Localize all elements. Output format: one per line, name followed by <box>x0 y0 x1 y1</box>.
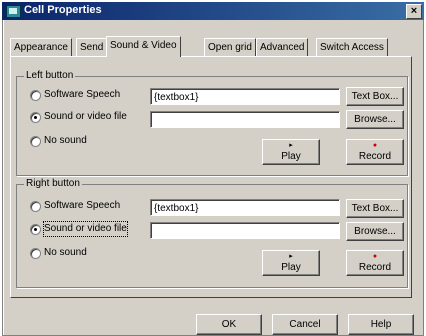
app-icon <box>6 5 21 18</box>
left-record-button[interactable]: ● Record <box>346 139 404 165</box>
left-no-sound-label: No sound <box>44 135 87 146</box>
left-browse-button[interactable]: Browse... <box>346 110 404 129</box>
tab-send[interactable]: Send <box>76 38 108 56</box>
right-browse-button[interactable]: Browse... <box>346 222 404 241</box>
radio-icon <box>30 136 41 147</box>
cancel-button[interactable]: Cancel <box>272 314 338 335</box>
tab-open-grid[interactable]: Open grid <box>204 38 256 56</box>
radio-selected-icon <box>30 112 41 123</box>
window-title: Cell Properties <box>24 4 102 16</box>
left-record-label: Record <box>358 151 392 162</box>
ok-button[interactable]: OK <box>196 314 262 335</box>
left-play-label: Play <box>281 151 301 162</box>
right-play-button[interactable]: ▸ Play <box>262 250 320 276</box>
left-sound-file-label: Sound or video file <box>44 111 127 122</box>
title-bar[interactable]: Cell Properties × <box>2 2 424 20</box>
right-play-label: Play <box>281 262 301 273</box>
radio-icon <box>30 248 41 259</box>
right-record-button[interactable]: ● Record <box>346 250 404 276</box>
record-icon: ● <box>372 142 378 149</box>
right-group-label: Right button <box>24 178 82 189</box>
left-speech-input[interactable]: {textbox1} <box>150 88 340 105</box>
left-file-input[interactable] <box>150 111 340 128</box>
radio-icon <box>30 90 41 101</box>
help-button[interactable]: Help <box>348 314 414 335</box>
tab-switch-access[interactable]: Switch Access <box>316 38 388 56</box>
right-textbox-button[interactable]: Text Box... <box>346 199 404 218</box>
radio-selected-icon <box>30 224 41 235</box>
play-icon: ▸ <box>289 253 293 260</box>
close-button[interactable]: × <box>406 4 422 19</box>
right-file-input[interactable] <box>150 222 340 239</box>
left-group-label: Left button <box>24 70 76 81</box>
tab-advanced[interactable]: Advanced <box>256 38 309 56</box>
record-icon: ● <box>372 253 378 260</box>
left-play-button[interactable]: ▸ Play <box>262 139 320 165</box>
right-no-sound-label: No sound <box>44 247 87 258</box>
tab-appearance[interactable]: Appearance <box>10 38 72 56</box>
right-sound-file-label: Sound or video file <box>43 221 128 237</box>
tab-sound-video[interactable]: Sound & Video <box>106 36 181 57</box>
left-software-speech-label: Software Speech <box>44 89 121 100</box>
right-record-label: Record <box>358 262 392 273</box>
left-textbox-button[interactable]: Text Box... <box>346 87 404 106</box>
play-icon: ▸ <box>289 142 293 149</box>
radio-icon <box>30 201 41 212</box>
right-software-speech-label: Software Speech <box>44 200 121 211</box>
right-speech-input[interactable]: {textbox1} <box>150 199 340 216</box>
